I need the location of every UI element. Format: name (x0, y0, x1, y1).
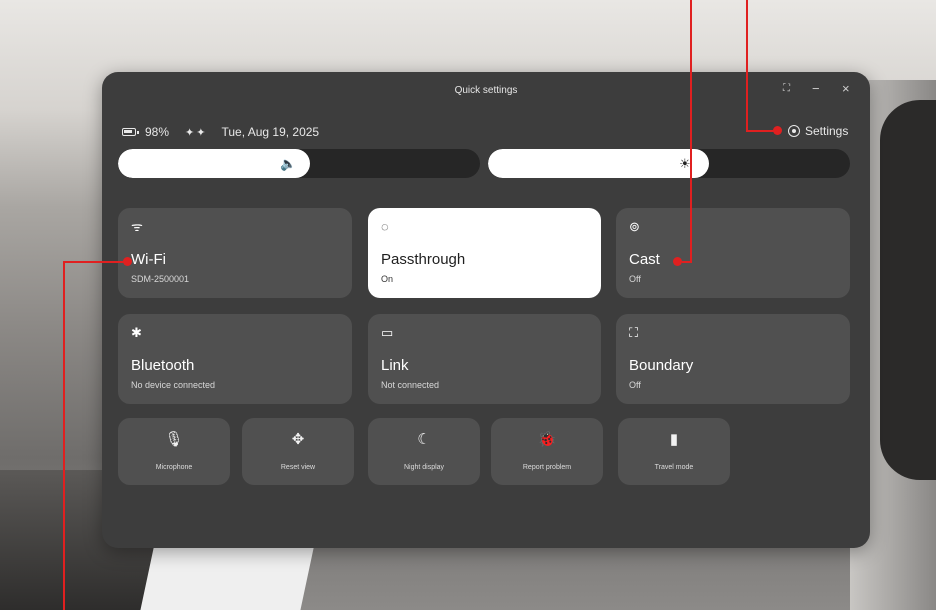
annotation-dot (673, 257, 682, 266)
report-problem-button[interactable]: 🐞 Report problem (491, 418, 603, 485)
volume-slider[interactable]: 🔈 (118, 149, 480, 178)
annotation-dot (123, 257, 132, 266)
status-row: 98% ✦✦ Tue, Aug 19, 2025 (122, 124, 319, 140)
link-icon: ▭ (381, 325, 394, 340)
annotation-line (63, 261, 127, 263)
bluetooth-icon: ✱ (131, 325, 142, 340)
wifi-icon: ᯤ (131, 219, 143, 234)
tile-status: Off (629, 380, 641, 390)
move-icon: ✥ (291, 431, 305, 448)
small-tile-label: Night display (403, 464, 445, 471)
passthrough-icon: ◌ (381, 219, 389, 234)
settings-button[interactable]: Settings (788, 124, 848, 138)
bug-icon: 🐞 (537, 431, 557, 448)
boundary-icon: ⛶ (629, 325, 639, 340)
small-tile-label: Reset view (280, 464, 316, 471)
tile-label: Passthrough (381, 251, 466, 268)
moon-icon: ☾ (417, 431, 431, 448)
small-tile-label: Report problem (522, 464, 572, 471)
reset-view-button[interactable]: ✥ Reset view (242, 418, 354, 485)
tile-status: Not connected (381, 380, 440, 390)
gear-icon (788, 125, 800, 137)
tile-link[interactable]: ▭ Link Not connected (368, 314, 601, 404)
tile-label: Bluetooth (131, 357, 195, 374)
tile-status: Off (629, 274, 641, 284)
cast-icon: ⊚ (629, 219, 640, 234)
battery-icon (122, 128, 139, 136)
tile-status: SDM-2500001 (131, 274, 190, 284)
background-object (880, 100, 936, 480)
travel-mode-button[interactable]: ▮ Travel mode (618, 418, 730, 485)
tile-label: Boundary (629, 357, 694, 374)
expand-icon[interactable]: ⛶ (783, 83, 791, 94)
brightness-icon: ☀ (679, 156, 691, 171)
tile-label: Wi-Fi (131, 251, 166, 268)
brightness-slider[interactable]: ☀ (488, 149, 850, 178)
settings-label: Settings (805, 124, 849, 138)
battery-level: 98% (145, 125, 170, 139)
microphone-icon: 🎙 (164, 431, 184, 448)
tile-passthrough[interactable]: ◌ Passthrough On (368, 208, 601, 298)
controllers-icon: ✦✦ (185, 126, 208, 139)
tile-status: On (381, 274, 394, 284)
tile-label: Link (381, 357, 409, 374)
minimize-icon[interactable]: − (812, 81, 820, 96)
quick-settings-panel: Quick settings ⛶ − × 98% ✦✦ Tue, Aug 19,… (102, 72, 870, 548)
luggage-icon: ▮ (669, 431, 679, 448)
speaker-icon: 🔈 (280, 156, 297, 171)
annotation-dot (773, 126, 782, 135)
annotation-line (63, 261, 65, 610)
microphone-button[interactable]: 🎙 Microphone (118, 418, 230, 485)
annotation-line (746, 0, 748, 131)
window-title: Quick settings (454, 85, 518, 96)
tile-label: Cast (629, 251, 660, 268)
tile-wifi[interactable]: ᯤ Wi-Fi SDM-2500001 (118, 208, 352, 298)
date-time: Tue, Aug 19, 2025 (221, 125, 320, 139)
tile-cast[interactable]: ⊚ Cast Off (616, 208, 850, 298)
small-tile-label: Microphone (155, 464, 193, 471)
tile-status: No device connected (131, 380, 216, 390)
brightness-fill (488, 149, 709, 178)
annotation-line (690, 0, 692, 262)
close-icon[interactable]: × (842, 81, 850, 96)
tile-bluetooth[interactable]: ✱ Bluetooth No device connected (118, 314, 352, 404)
small-tile-label: Travel mode (654, 464, 694, 471)
tile-boundary[interactable]: ⛶ Boundary Off (616, 314, 850, 404)
night-display-button[interactable]: ☾ Night display (368, 418, 480, 485)
annotation-line (682, 261, 692, 263)
